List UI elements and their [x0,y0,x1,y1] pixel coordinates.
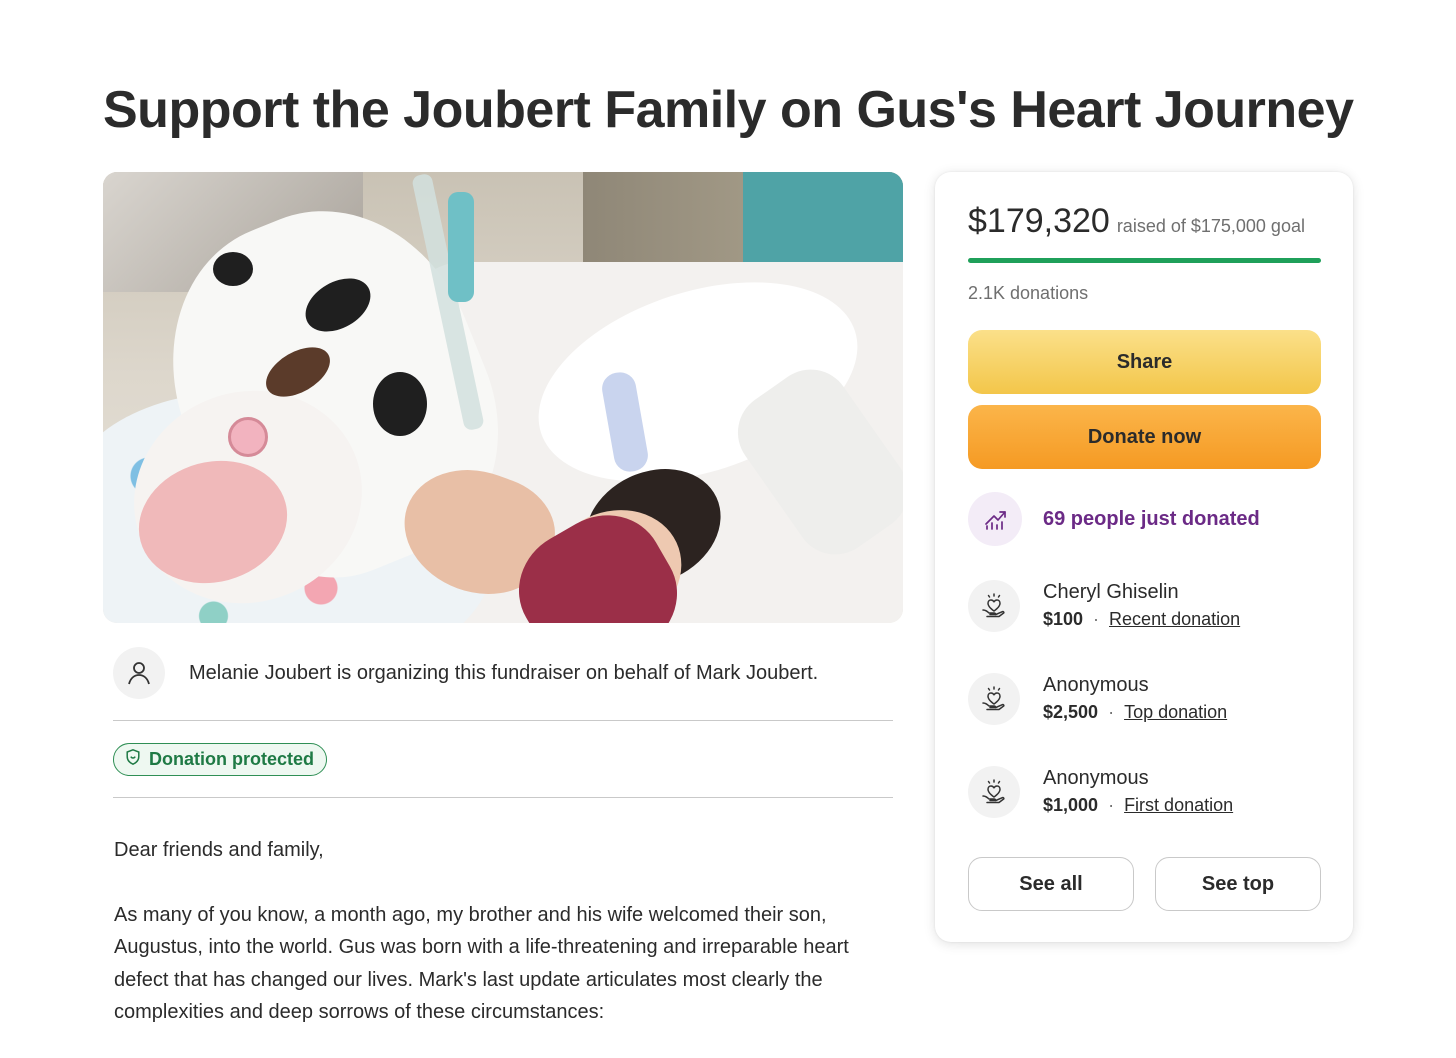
photo-tube [448,192,474,302]
heart-hand-icon [968,766,1020,818]
donor-name: Anonymous [1043,767,1149,789]
donation-protected-badge[interactable]: Donation protected [113,743,327,776]
donor-name: Anonymous [1043,674,1149,696]
story-paragraph: As many of you know, a month ago, my bro… [114,903,849,1024]
recent-donation-link[interactable]: Recent donation [1109,609,1240,629]
donor-name: Cheryl Ghiselin [1043,581,1179,603]
trending-up-icon [968,492,1022,546]
see-all-button[interactable]: See all [968,857,1134,911]
donate-now-button[interactable]: Donate now [968,405,1321,469]
organizer-row: Melanie Joubert is organizing this fundr… [113,646,893,700]
donor-item: Anonymous $1,000 · First donation [968,765,1233,819]
donation-count: 2.1K donations [968,283,1089,303]
donor-amount: $2,500 [1043,702,1099,722]
organizer-text: Melanie Joubert is organizing this fundr… [189,661,819,684]
photo-cow-eye [228,417,268,457]
share-button[interactable]: Share [968,330,1321,394]
divider [113,720,893,721]
divider [113,797,893,798]
story-text: Dear friends and family, As many of you … [114,834,894,1058]
heart-hand-icon [968,580,1020,632]
shield-icon [124,748,142,771]
story-paragraph: Dear friends and family, [114,839,324,861]
goal-text: raised of $175,000 goal [1116,216,1305,236]
page-title: Support the Joubert Family on Gus's Hear… [103,81,1354,139]
donation-protected-label: Donation protected [149,749,314,769]
photo-cow-spot [213,252,253,286]
top-donation-link[interactable]: Top donation [1124,702,1227,722]
amount-row: $179,320 raised of $175,000 goal [968,202,1305,241]
progress-fill [968,258,1321,263]
separator-dot: · [1108,795,1115,815]
recent-activity-text: 69 people just donated [1043,507,1260,530]
recent-activity: 69 people just donated [968,492,1260,546]
campaign-photo[interactable] [103,172,903,623]
user-icon [113,647,165,699]
donor-item: Cheryl Ghiselin $100 · Recent donation [968,579,1240,633]
separator-dot: · [1093,609,1100,629]
see-top-button[interactable]: See top [1155,857,1321,911]
photo-cow-spot [373,372,427,436]
first-donation-link[interactable]: First donation [1124,795,1233,815]
raised-amount: $179,320 [968,202,1110,240]
donor-amount: $1,000 [1043,795,1099,815]
progress-bar [968,258,1321,263]
heart-hand-icon [968,673,1020,725]
donor-amount: $100 [1043,609,1084,629]
separator-dot: · [1108,702,1115,722]
donation-card: $179,320 raised of $175,000 goal 2.1K do… [935,172,1353,942]
donor-item: Anonymous $2,500 · Top donation [968,672,1227,726]
